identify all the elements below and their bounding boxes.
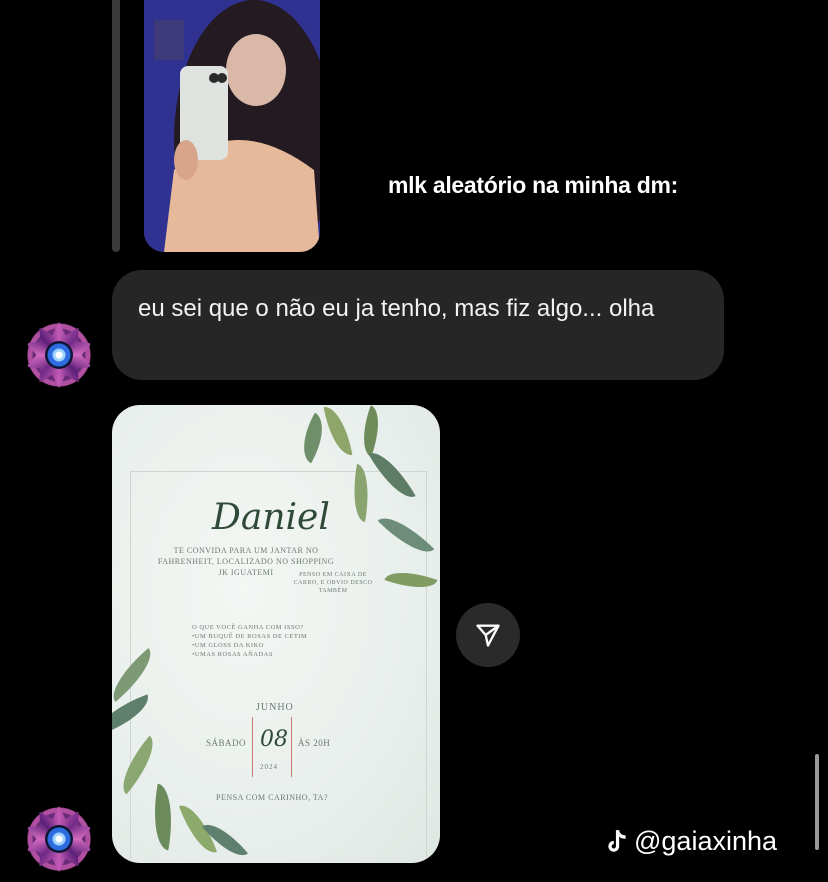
story-photo <box>144 0 320 252</box>
leaf-decoration <box>354 405 388 457</box>
invite-month: JUNHO <box>256 702 294 713</box>
tiktok-icon <box>608 829 626 852</box>
sender-avatar[interactable] <box>26 322 92 388</box>
watermark: @gaiaxinha <box>604 826 777 857</box>
leaf-decoration <box>323 405 353 459</box>
invite-time: ÀS 20H <box>298 738 331 748</box>
invite-footer: PENSA COM CARINHO, TA? <box>216 793 328 802</box>
overlay-caption: mlk aleatório na minha dm: <box>388 172 678 198</box>
reply-indicator-bar <box>112 0 120 252</box>
invite-side-note: PENSO EM CAIXA DE CARRO, E OBVIO DESCO T… <box>293 572 373 594</box>
share-button[interactable] <box>456 603 520 667</box>
invite-gifts: O QUE VOCÊ GANHA COM ISSO? •UM BUQUÊ DE … <box>192 624 308 658</box>
replied-story-thumbnail[interactable] <box>144 0 320 252</box>
flower-core <box>45 341 73 369</box>
invitation-image-message[interactable]: Daniel TE CONVIDA PARA UM JANTAR NO FAHR… <box>112 405 440 863</box>
flower-core <box>45 825 73 853</box>
sender-avatar[interactable] <box>26 806 92 872</box>
scrollbar[interactable] <box>815 754 819 850</box>
paper-plane-icon <box>476 624 500 647</box>
invite-name: Daniel <box>212 497 330 538</box>
message-text: eu sei que o não eu ja tenho, mas fiz al… <box>138 295 655 322</box>
invite-year: 2024 <box>260 763 278 771</box>
invite-day: 08 <box>260 727 288 752</box>
invite-weekday: SÁBADO <box>206 738 247 748</box>
watermark-handle: @gaiaxinha <box>634 826 778 856</box>
message-bubble[interactable]: eu sei que o não eu ja tenho, mas fiz al… <box>112 270 724 380</box>
